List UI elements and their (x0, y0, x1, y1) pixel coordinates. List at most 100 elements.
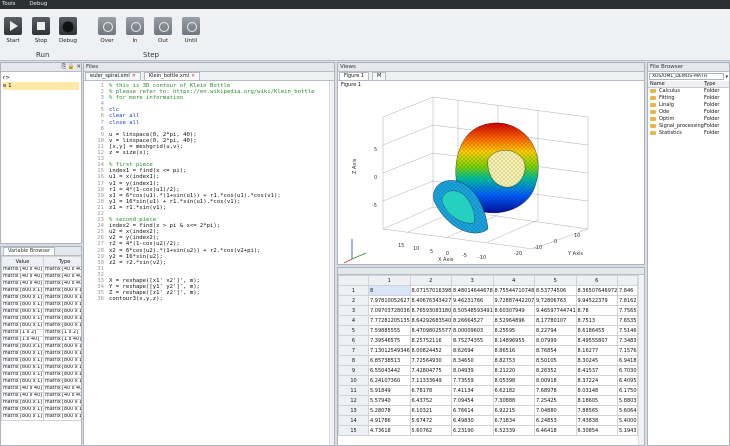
table-row[interactable]: matrix [800 x 1] matrix [800 x 1] (1, 343, 81, 351)
table-cell[interactable]: 8.86516 (492, 345, 535, 356)
column-header-name[interactable]: Name (648, 81, 704, 87)
run-until-button[interactable]: Until (179, 17, 203, 44)
row-header[interactable]: 10 (338, 375, 369, 386)
table-cell[interactable]: 5.1943 (617, 425, 638, 436)
table-cell[interactable]: 7.8162 (617, 295, 638, 306)
table-cell[interactable]: 8.22794 (534, 325, 577, 336)
table-cell[interactable]: 8.26352 (534, 365, 577, 376)
table-cell[interactable]: 7.39546575 (368, 335, 411, 346)
table-cell[interactable]: 7.77281205135 (368, 315, 411, 326)
code-line[interactable]: 36 contour3(x,y,z); (84, 296, 334, 302)
table-cell[interactable]: 7.09454 (451, 395, 494, 406)
menu-tools[interactable]: Tools (2, 1, 16, 7)
figure-plot[interactable]: Z Axis X Axis Y Axis 15 10 5 0 -5 -10 -2… (338, 89, 644, 264)
table-row[interactable]: 9 6.55043442 7.42804775 8.04939 8.21220 8.263… (338, 365, 638, 376)
table-row[interactable]: 14 4.91786 5.67472 6.49830 6.71834 6.24853 7.4… (338, 415, 638, 426)
table-cell[interactable]: 8.04939 (451, 365, 494, 376)
tab-klein-bottle[interactable]: Klein_bottle.xml ✕ (143, 72, 201, 80)
table-cell[interactable]: 8.7513 (575, 315, 618, 326)
table-cell[interactable]: 8.14896955 (492, 335, 535, 346)
row-header[interactable]: 8 (338, 355, 369, 366)
table-cell[interactable]: 4.91786 (368, 415, 411, 426)
tab-m[interactable]: M (371, 72, 387, 80)
table-row[interactable]: matrix [800 x 1] matrix [800 x 1] (1, 287, 81, 295)
table-cell[interactable]: 7.1576 (617, 345, 638, 356)
table-cell[interactable]: 9.46597744741 (534, 305, 577, 316)
table-cell[interactable]: 8.6186455 (575, 325, 618, 336)
table-cell[interactable]: 8.82753 (492, 355, 535, 366)
column-header[interactable]: 6 (575, 275, 618, 286)
close-icon[interactable]: ✕ (132, 73, 136, 79)
table-row[interactable]: 15 4.73618 5.60762 6.23190 6.52339 6.46418 6.3… (338, 425, 638, 436)
list-item[interactable]: Optim Folder (648, 116, 729, 123)
table-cell[interactable]: 7.88565 (575, 405, 618, 416)
table-cell[interactable]: 6.85738513 (368, 355, 411, 366)
table-row[interactable]: matrix [800 x 1] matrix [800 x 1] (1, 350, 81, 358)
table-cell[interactable]: 8.36507646972 (575, 285, 618, 296)
table-cell[interactable]: 7.04880 (534, 405, 577, 416)
table-cell[interactable]: 8 (368, 285, 411, 296)
code-editor[interactable]: 1% this is 3D contour of Klein Bottle 2% … (84, 81, 334, 302)
table-row[interactable]: matrix [1 x 2] matrix [1 x 2] (1, 329, 81, 337)
table-row[interactable]: matrix [40 x 40] matrix [40 x 40] (1, 392, 81, 400)
table-cell[interactable]: 6.55043442 (368, 365, 411, 376)
chevron-down-icon[interactable]: ▾ (725, 74, 728, 80)
row-header[interactable]: 14 (338, 415, 369, 426)
row-header[interactable]: 9 (338, 365, 369, 376)
row-header[interactable]: 13 (338, 405, 369, 416)
table-cell[interactable]: 5.8803 (617, 395, 638, 406)
list-item[interactable]: Linalg Folder (648, 102, 729, 109)
table-cell[interactable]: 9.72887442207 (492, 295, 535, 306)
tab-figure-1[interactable]: Figure 1 (339, 72, 370, 80)
table-cell[interactable]: 8.25752116 (409, 335, 452, 346)
table-cell[interactable]: 8.00009603 (451, 325, 494, 336)
table-cell[interactable]: 7.68978 (534, 385, 577, 396)
table-cell[interactable]: 6.24107360 (368, 375, 411, 386)
table-row[interactable]: 10 6.24107360 7.11333649 7.73559 8.05398 8.00… (338, 375, 638, 386)
table-cell[interactable]: 8.34650 (451, 355, 494, 366)
table-cell[interactable]: 8.25595 (492, 325, 535, 336)
table-cell[interactable]: 5.6064 (617, 405, 638, 416)
table-cell[interactable]: 4.73618 (368, 425, 411, 436)
list-item[interactable]: Ode Folder (648, 109, 729, 116)
table-cell[interactable]: 7.59885555 (368, 325, 411, 336)
table-cell[interactable]: 6.9418 (617, 355, 638, 366)
table-cell[interactable]: 8.37224 (575, 375, 618, 386)
table-cell[interactable]: 7.7565 (617, 305, 638, 316)
table-row[interactable]: 1 8 8.07157016398 8.48014644678 8.7554471074… (338, 285, 638, 296)
table-row[interactable]: 8 6.85738513 7.72564930 8.34650 8.82753 8.501… (338, 355, 638, 366)
table-cell[interactable]: 5.57940 (368, 395, 411, 406)
table-row[interactable]: 13 5.28078 6.10321 6.76614 6.92215 7.04880 7.8… (338, 405, 638, 416)
debug-button[interactable]: Debug (56, 17, 80, 44)
table-row[interactable]: 5 7.59885555 8.47098025577 8.00009603 8.2559… (338, 325, 638, 336)
table-row[interactable]: matrix [40 x 40] matrix [40 x 40] (1, 273, 81, 281)
column-header-type[interactable]: Type (704, 81, 715, 87)
table-row[interactable]: matrix [800 x 1] matrix [800 x 1] (1, 413, 81, 421)
table-row[interactable]: matrix [40 x 40] matrix [40 x 40] (1, 266, 81, 274)
table-cell[interactable]: 8.00824452 (409, 345, 452, 356)
table-cell[interactable]: 5.60762 (409, 425, 452, 436)
table-cell[interactable]: 7.13012549346 (368, 345, 411, 356)
table-row[interactable]: matrix [40 x 40] matrix [40 x 40] (1, 280, 81, 288)
table-cell[interactable]: 9.46231766 (451, 295, 494, 306)
column-header[interactable]: 1 (368, 275, 411, 286)
table-cell[interactable]: 5.4000 (617, 415, 638, 426)
tree-item-selected[interactable]: e 1 (3, 82, 79, 90)
table-cell[interactable]: 8.62694 (451, 345, 494, 356)
table-cell[interactable]: 8.53774506 (534, 285, 577, 296)
table-cell[interactable]: 8.64292683540 (409, 315, 452, 326)
table-cell[interactable]: 6.76614 (451, 405, 494, 416)
table-row[interactable]: matrix [800 x 1] matrix [800 x 1] (1, 301, 81, 309)
table-cell[interactable]: 6.30854 (575, 425, 618, 436)
table-row[interactable]: matrix [800 x 1] matrix [800 x 1] (1, 315, 81, 323)
table-cell[interactable]: 6.62182 (492, 385, 535, 396)
table-cell[interactable]: 5.67472 (409, 415, 452, 426)
start-button[interactable]: Start (1, 17, 25, 44)
row-header[interactable]: 5 (338, 325, 369, 336)
table-row[interactable]: matrix [800 x 1] matrix [800 x 1] (1, 294, 81, 302)
row-header[interactable]: 2 (338, 295, 369, 306)
table-cell[interactable]: 7.72564930 (409, 355, 452, 366)
table-cell[interactable]: 6.24853 (534, 415, 577, 426)
table-cell[interactable]: 8.50548593491 (451, 305, 494, 316)
list-item[interactable]: Fitting Folder (648, 95, 729, 102)
